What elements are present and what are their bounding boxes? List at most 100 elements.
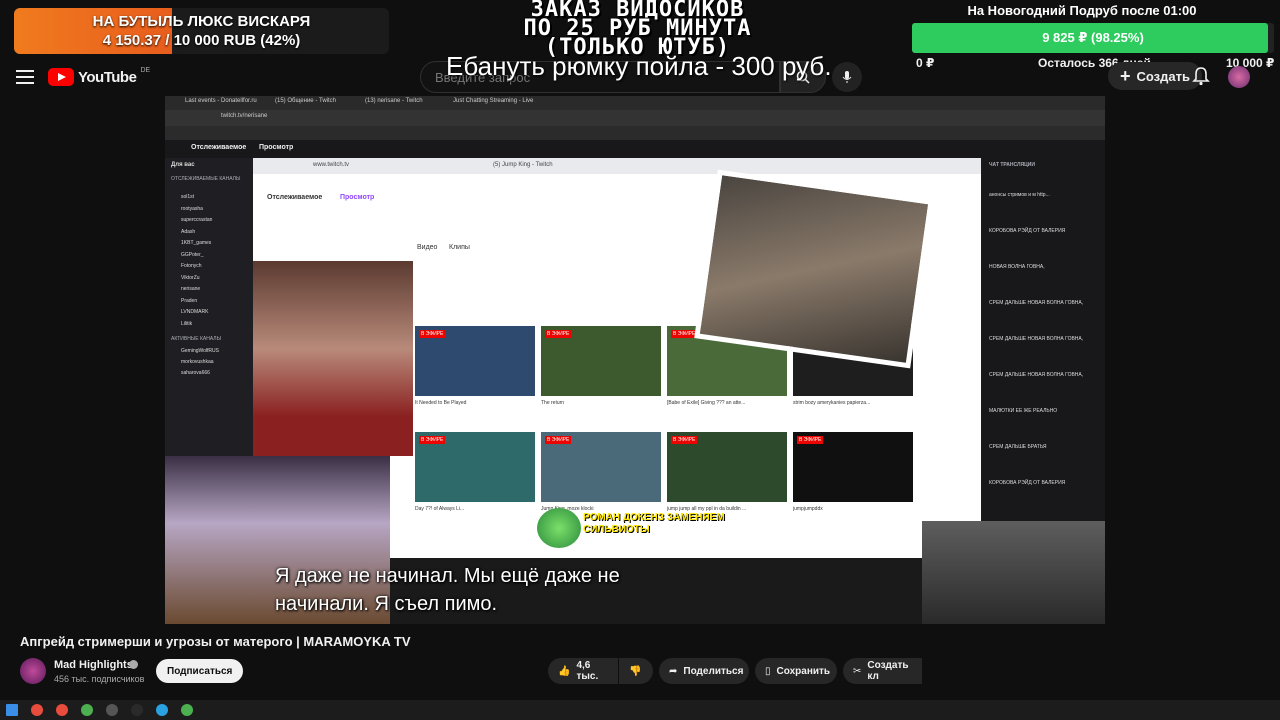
twitch-nav-following: Отслеживаемое xyxy=(191,144,247,151)
share-label: Поделиться xyxy=(683,665,744,677)
overlay-logo-line-1: РОМАН ДОКЕНЗ ЗАМЕНЯЕМ xyxy=(583,512,725,523)
sidebar-channel[interactable]: sol1st xyxy=(181,194,194,200)
inner-url: www.twitch.tv xyxy=(313,162,350,168)
inner-tab-title: (5) Jump King - Twitch xyxy=(493,162,553,168)
chrome-icon[interactable] xyxy=(181,704,193,716)
sidebar-channel[interactable]: Lilitik xyxy=(181,321,192,327)
sidebar-channel[interactable]: nerisane xyxy=(181,286,200,292)
sidebar-active-header: АКТИВНЫЕ КАНАЛЫ xyxy=(171,336,222,342)
yandex-icon[interactable] xyxy=(31,704,43,716)
stream-tile[interactable]: В ЭФИРЕ The return xyxy=(541,326,661,406)
create-label: Создать xyxy=(1136,68,1190,84)
youtube-play-icon xyxy=(48,68,74,86)
streamer-webcam-girl xyxy=(253,261,413,456)
donation-goal-left-text: НА БУТЫЛЬ ЛЮКС ВИСКАРЯ 4 150.37 / 10 000… xyxy=(14,12,389,50)
stream-tile-title[interactable]: It Needed to Be Played xyxy=(415,400,535,406)
yandex-browser-icon[interactable] xyxy=(56,704,68,716)
sidebar-channel[interactable]: superccrastan xyxy=(181,217,212,223)
sidebar-header: Для вас xyxy=(171,162,195,168)
save-button[interactable]: ▯ Сохранить xyxy=(755,658,837,684)
channel-subscribers: 456 тыс. подписчиков xyxy=(54,674,145,684)
sidebar-channel[interactable]: ViktorZu xyxy=(181,275,200,281)
inner-twitch-nav-following: Отслеживаемое xyxy=(267,194,323,201)
video-title: Апгрейд стримерши и угрозы от матерого |… xyxy=(20,634,411,649)
stream-tile-title[interactable]: The return xyxy=(541,400,661,406)
sidebar-channel[interactable]: rootyasha xyxy=(181,206,203,212)
clip-label: Создать кл xyxy=(867,660,909,682)
sidebar-section: ОТСЛЕЖИВАЕМЫЕ КАНАЛЫ xyxy=(171,176,241,182)
obs-icon[interactable] xyxy=(106,704,118,716)
plus-icon: + xyxy=(1120,66,1131,86)
hamburger-menu-icon[interactable] xyxy=(16,70,34,84)
chat-message: СРЕМ ДАЛЬШЕ БРАТЬЯ xyxy=(989,444,1047,450)
live-badge: В ЭФИРЕ xyxy=(545,330,572,338)
sidebar-channel[interactable]: GGPoter_ xyxy=(181,252,204,258)
donation-goal-right-value: 9 825 ₽ (98.25%) xyxy=(1042,30,1144,45)
create-button[interactable]: + Создать xyxy=(1108,62,1202,90)
browser-tab-strip: Last events - Donatellfor.ru (15) Общени… xyxy=(165,96,1105,110)
like-button[interactable]: 👍 4,6 тыс. xyxy=(548,658,618,684)
telegram-icon[interactable] xyxy=(156,704,168,716)
subtitle-line-2: начинали. Я съел пимо. xyxy=(275,593,498,615)
voice-search-button[interactable] xyxy=(832,62,862,92)
browser-tab: Just Chatting Streaming - Live xyxy=(453,98,534,104)
stream-tile-title[interactable]: [Babe of Exile] Giving ??? an atte... xyxy=(667,400,787,406)
video-player[interactable]: Last events - Donatellfor.ru (15) Общени… xyxy=(165,96,1105,624)
thumbs-down-icon: 👎 xyxy=(629,665,642,677)
overlay-logo-text: РОМАН ДОКЕНЗ ЗАМЕНЯЕМ СИЛЬВИОТЫ xyxy=(583,512,725,536)
browser-tab: Last events - Donatellfor.ru xyxy=(185,98,257,104)
notifications-bell-icon[interactable] xyxy=(1192,66,1210,86)
browser-bookmarks-bar xyxy=(165,126,1105,140)
stream-tile-title[interactable]: jumpjumpddx xyxy=(793,506,913,512)
stream-tile-title[interactable]: Day 7?! of Always Li... xyxy=(415,506,535,512)
sidebar-channel[interactable]: LVNDMARK xyxy=(181,309,208,315)
donation-goal-right-title: На Новогодний Подруб после 01:00 xyxy=(967,3,1197,18)
channel-avatar[interactable] xyxy=(20,658,46,684)
sidebar-channel[interactable]: Fotonych xyxy=(181,263,202,269)
steam-icon[interactable] xyxy=(131,704,143,716)
thumbs-up-icon: 👍 xyxy=(558,665,571,677)
inner-twitch-nav-browse: Просмотр xyxy=(340,194,375,201)
overlay-logo-icon xyxy=(537,508,581,548)
sidebar-channel[interactable]: Praden xyxy=(181,298,197,304)
chat-message: СРЕМ ДАЛЬШЕ НОВАЯ ВОЛНА ГОВНА, xyxy=(989,336,1084,342)
sidebar-active-channel[interactable]: morkovushkaa xyxy=(181,359,214,365)
donation-goal-right-min: 0 ₽ xyxy=(916,56,935,70)
dislike-button[interactable]: 👎 xyxy=(619,658,653,684)
microphone-icon xyxy=(842,71,852,83)
browser-address-bar: twitch.tv/nerisane xyxy=(165,110,1105,126)
live-badge: В ЭФИРЕ xyxy=(419,330,446,338)
stream-tile[interactable]: В ЭФИРЕ jump jump all my ppl in da buildi… xyxy=(667,432,787,512)
stream-tile[interactable]: В ЭФИРЕ jumpjumpddx xyxy=(793,432,913,512)
clip-button[interactable]: ✂ Создать кл xyxy=(843,658,922,684)
chat-message: СРЕМ ДАЛЬШЕ НОВАЯ ВОЛНА ГОВНА, xyxy=(989,372,1084,378)
stream-tile[interactable]: В ЭФИРЕ It Needed to Be Played xyxy=(415,326,535,406)
chat-message: МАЛЮТКИ ЕЕ ЖЕ РЕАЛЬНО xyxy=(989,408,1058,414)
live-badge: В ЭФИРЕ xyxy=(419,436,446,444)
stream-tile-title[interactable]: strim bozy amerykanies papierza... xyxy=(793,400,913,406)
streamer-webcam-right xyxy=(922,521,1105,624)
sidebar-active-channel[interactable]: saharova666 xyxy=(181,370,210,376)
subtitle-line-1: Я даже не начинал. Мы ещё даже не xyxy=(275,565,620,587)
youtube-region-code: DE xyxy=(140,66,151,74)
share-button[interactable]: ➦ Поделиться xyxy=(659,658,749,684)
live-badge: В ЭФИРЕ xyxy=(797,436,824,444)
sidebar-active-channel[interactable]: GemingWolfRUS xyxy=(181,348,219,354)
youtube-logo[interactable]: YouTube DE xyxy=(48,67,150,87)
inner-tab-videos: Видео xyxy=(417,244,438,251)
stream-tile[interactable]: В ЭФИРЕ Day 7?! of Always Li... xyxy=(415,432,535,512)
donation-goal-left-title: НА БУТЫЛЬ ЛЮКС ВИСКАРЯ xyxy=(92,13,311,30)
subscribe-button[interactable]: Подписаться xyxy=(156,659,244,683)
chat-message: анонсы стримов и м http... xyxy=(989,192,1050,198)
chrome-icon[interactable] xyxy=(81,704,93,716)
account-avatar[interactable] xyxy=(1228,66,1250,88)
streamer-webcam-bearded xyxy=(694,169,934,369)
windows-icon[interactable] xyxy=(6,704,18,716)
chat-message: КОРОБОВА РЭЙД ОТ ВАЛЕРИЯ xyxy=(989,480,1066,486)
channel-name[interactable]: Mad Highlights xyxy=(54,659,133,671)
chat-header: ЧАТ ТРАНСЛЯЦИИ xyxy=(989,162,1035,168)
sidebar-channel[interactable]: 1KBT_games xyxy=(181,240,211,246)
sidebar-channel[interactable]: Adash xyxy=(181,229,195,235)
youtube-logo-text: YouTube xyxy=(78,68,137,86)
stream-tile[interactable]: В ЭФИРЕJump King, moze klocki xyxy=(541,432,661,512)
